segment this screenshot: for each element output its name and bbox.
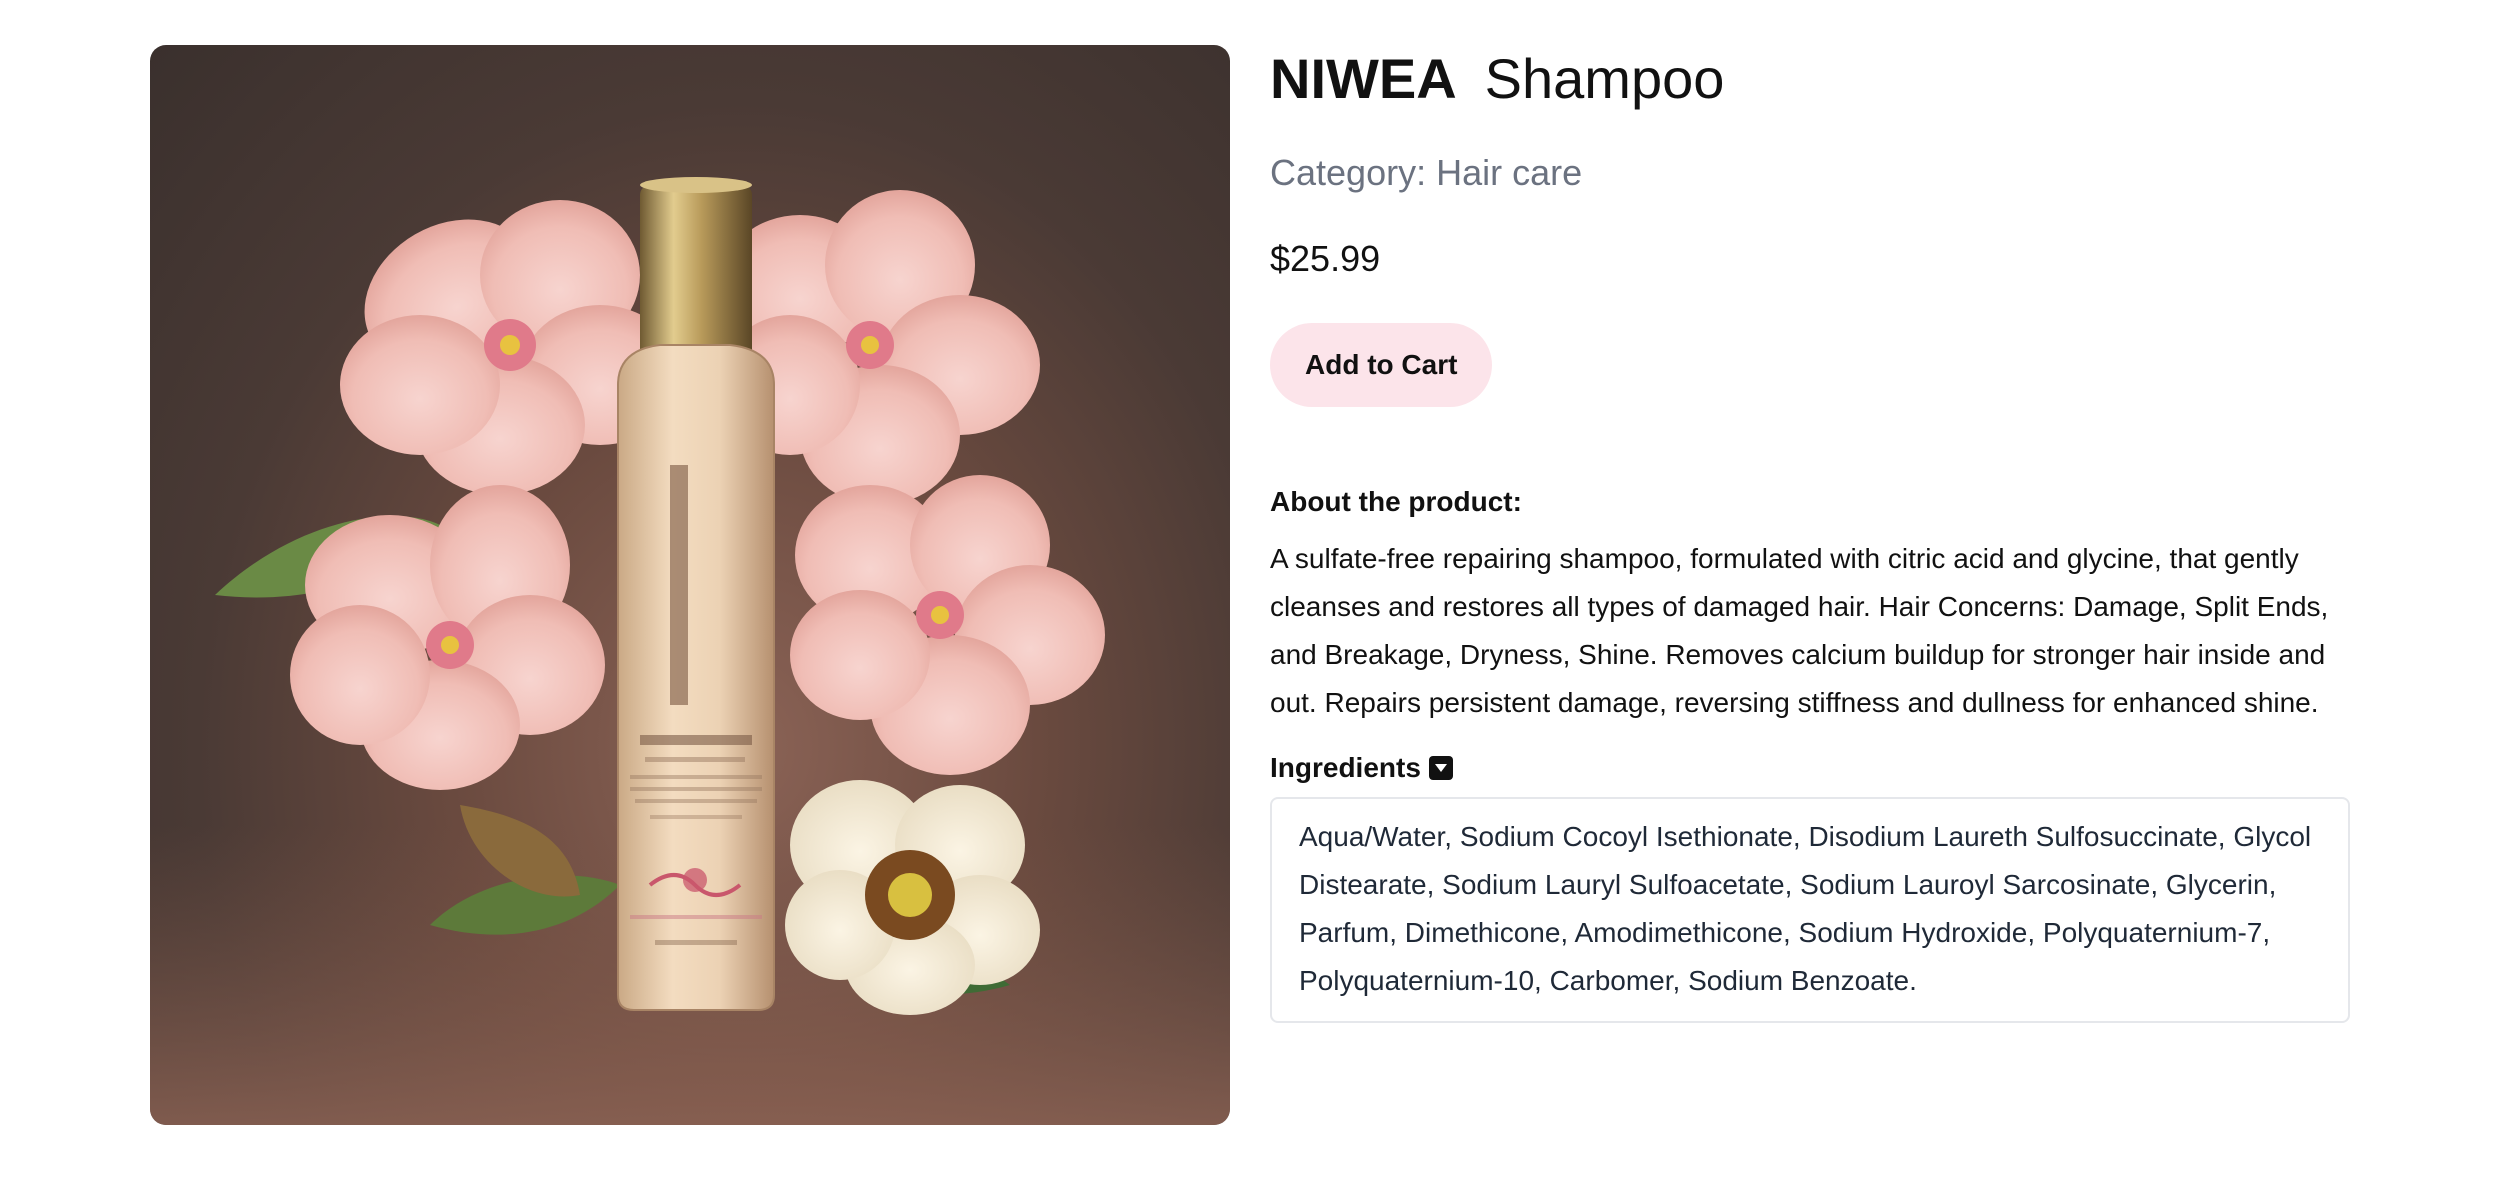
ingredients-toggle[interactable]: Ingredients: [1270, 751, 2350, 785]
category-label: Category:: [1270, 152, 1427, 193]
about-description: A sulfate-free repairing shampoo, formul…: [1270, 543, 2329, 718]
category-value: Hair care: [1436, 152, 1583, 193]
product-image: [150, 45, 1230, 1125]
product-photo: [150, 177, 1230, 1125]
product-brand: NIWEA: [1270, 47, 1457, 110]
product-category: Category: Hair care: [1270, 151, 2350, 195]
product-page: NIWEA Shampoo Category: Hair care $25.99 …: [150, 45, 2350, 1125]
add-to-cart-button[interactable]: Add to Cart: [1270, 323, 1493, 407]
product-info: NIWEA Shampoo Category: Hair care $25.99 …: [1270, 45, 2350, 1125]
caret-down-square-icon[interactable]: [1428, 756, 1453, 780]
ingredients-panel: Aqua/Water, Sodium Cocoyl Isethionate, D…: [1270, 797, 2350, 1023]
product-title: NIWEA Shampoo: [1270, 45, 2350, 113]
about-heading: About the product:: [1270, 486, 1522, 517]
product-name: Shampoo: [1484, 47, 1725, 110]
product-price: $25.99: [1270, 238, 1381, 279]
ingredients-heading: Ingredients: [1270, 752, 1421, 783]
